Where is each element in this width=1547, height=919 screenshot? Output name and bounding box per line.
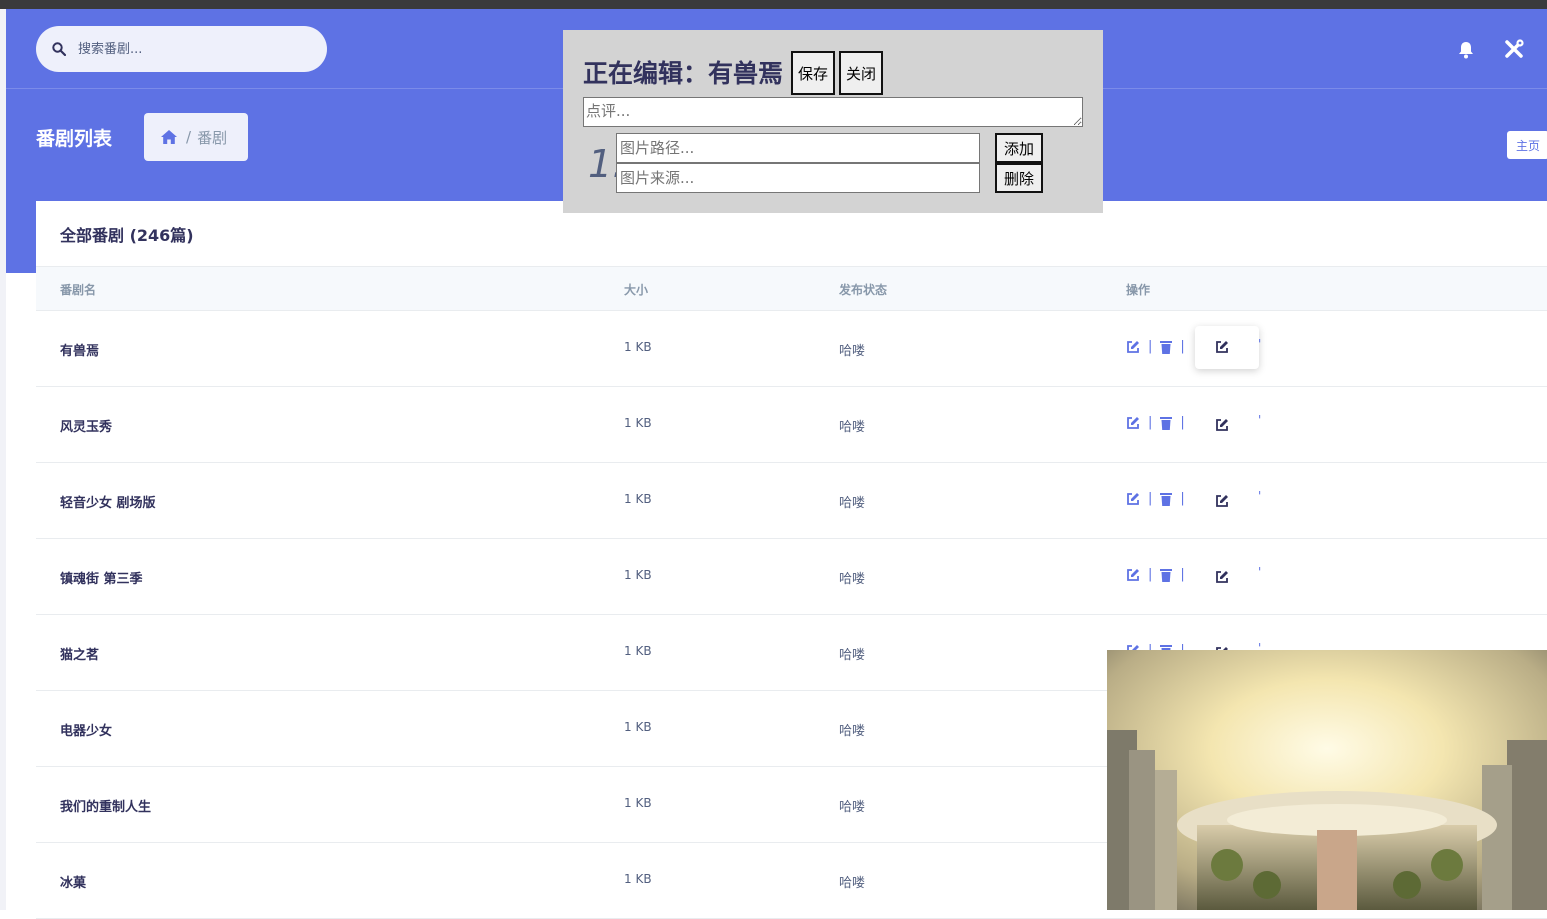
- action-separator: |: [1148, 567, 1153, 582]
- add-image-button[interactable]: 添加: [995, 133, 1043, 163]
- column-header-size: 大小: [624, 283, 649, 297]
- publish-status: 哈喽: [839, 648, 866, 663]
- anime-name: 轻音少女 剧场版: [60, 496, 156, 511]
- publish-status: 哈喽: [839, 496, 866, 511]
- action-separator: |: [1148, 339, 1153, 354]
- action-separator: |: [1180, 567, 1185, 582]
- close-button[interactable]: 关闭: [839, 51, 884, 95]
- action-tick: ': [1258, 413, 1262, 427]
- search-box[interactable]: [36, 26, 327, 72]
- anime-name: 电器少女: [60, 724, 113, 739]
- delete-image-button[interactable]: 删除: [995, 163, 1043, 193]
- edit-icon[interactable]: [1215, 570, 1229, 584]
- anime-name: 有兽焉: [60, 344, 100, 359]
- image-preview: [1107, 650, 1547, 910]
- anime-name: 猫之茗: [60, 648, 100, 663]
- table-row: 风灵玉秀 1 KB 哈喽 | | ': [36, 387, 1547, 463]
- column-header-status: 发布状态: [839, 283, 888, 297]
- edit-popover[interactable]: [1195, 326, 1259, 369]
- anime-size: 1 KB: [624, 720, 652, 734]
- trash-icon[interactable]: [1160, 492, 1173, 506]
- edit-icon[interactable]: [1126, 340, 1140, 354]
- row-actions: ||: [1126, 339, 1193, 354]
- browser-top-strip: [0, 0, 1547, 9]
- anime-size: 1 KB: [624, 492, 652, 506]
- anime-size: 1 KB: [624, 416, 652, 430]
- publish-status: 哈喽: [839, 344, 866, 359]
- publish-status: 哈喽: [839, 420, 866, 435]
- anime-size: 1 KB: [624, 872, 652, 886]
- table-header: 番剧名 大小 发布状态 操作: [36, 267, 1547, 311]
- breadcrumb: / 番剧: [144, 113, 248, 161]
- save-button[interactable]: 保存: [791, 51, 836, 95]
- table-row: 有兽焉 1 KB 哈喽 | | ': [36, 311, 1547, 387]
- anime-name: 冰菓: [60, 876, 87, 891]
- trash-icon[interactable]: [1160, 416, 1173, 430]
- bell-icon[interactable]: [1456, 40, 1476, 60]
- column-header-actions: 操作: [1126, 283, 1151, 297]
- home-icon[interactable]: [160, 129, 178, 145]
- trash-icon[interactable]: [1160, 340, 1173, 354]
- action-separator: |: [1180, 415, 1185, 430]
- publish-status: 哈喽: [839, 724, 866, 739]
- breadcrumb-current: 番剧: [197, 128, 228, 147]
- anime-name: 风灵玉秀: [60, 420, 113, 435]
- comment-textarea[interactable]: [583, 97, 1083, 127]
- edit-icon[interactable]: [1126, 416, 1140, 430]
- anime-name: 我们的重制人生: [60, 800, 152, 815]
- edit-icon[interactable]: [1126, 568, 1140, 582]
- edit-icon[interactable]: [1215, 494, 1229, 508]
- action-tick: ': [1258, 337, 1262, 351]
- publish-status: 哈喽: [839, 876, 866, 891]
- page-title: 番剧列表: [36, 128, 113, 150]
- edit-icon[interactable]: [1215, 340, 1229, 354]
- table-row: 轻音少女 剧场版 1 KB 哈喽 | | ': [36, 463, 1547, 539]
- anime-size: 1 KB: [624, 644, 652, 658]
- action-tick: ': [1258, 489, 1262, 503]
- quick-edit-button[interactable]: [1215, 417, 1229, 436]
- action-separator: |: [1180, 339, 1185, 354]
- editor-heading: 正在编辑：有兽焉: [583, 59, 784, 88]
- home-button[interactable]: 主页: [1507, 131, 1547, 159]
- edit-icon[interactable]: [1215, 418, 1229, 432]
- row-actions: ||: [1126, 415, 1193, 430]
- edit-icon[interactable]: [1126, 492, 1140, 506]
- anime-size: 1 KB: [624, 796, 652, 810]
- anime-size: 1 KB: [624, 340, 652, 354]
- publish-status: 哈喽: [839, 800, 866, 815]
- anime-size: 1 KB: [624, 568, 652, 582]
- search-icon: [52, 42, 66, 56]
- row-actions: ||: [1126, 567, 1193, 582]
- action-separator: |: [1180, 491, 1185, 506]
- image-path-input[interactable]: [616, 133, 980, 163]
- row-actions: ||: [1126, 491, 1193, 506]
- action-tick: ': [1258, 565, 1262, 579]
- publish-status: 哈喽: [839, 572, 866, 587]
- editor-panel: 正在编辑：有兽焉 保存 关闭 1. 添加 删除: [563, 30, 1103, 213]
- action-separator: |: [1148, 415, 1153, 430]
- search-input[interactable]: [76, 40, 310, 58]
- table-row: 镇魂街 第三季 1 KB 哈喽 | | ': [36, 539, 1547, 615]
- image-source-input[interactable]: [616, 163, 980, 193]
- quick-edit-button[interactable]: [1215, 569, 1229, 588]
- trash-icon[interactable]: [1160, 568, 1173, 582]
- quick-edit-button[interactable]: [1215, 493, 1229, 512]
- breadcrumb-separator: /: [186, 128, 192, 146]
- anime-name: 镇魂街 第三季: [60, 572, 143, 587]
- tools-icon[interactable]: [1503, 38, 1525, 60]
- action-separator: |: [1148, 491, 1153, 506]
- column-header-name: 番剧名: [60, 283, 97, 297]
